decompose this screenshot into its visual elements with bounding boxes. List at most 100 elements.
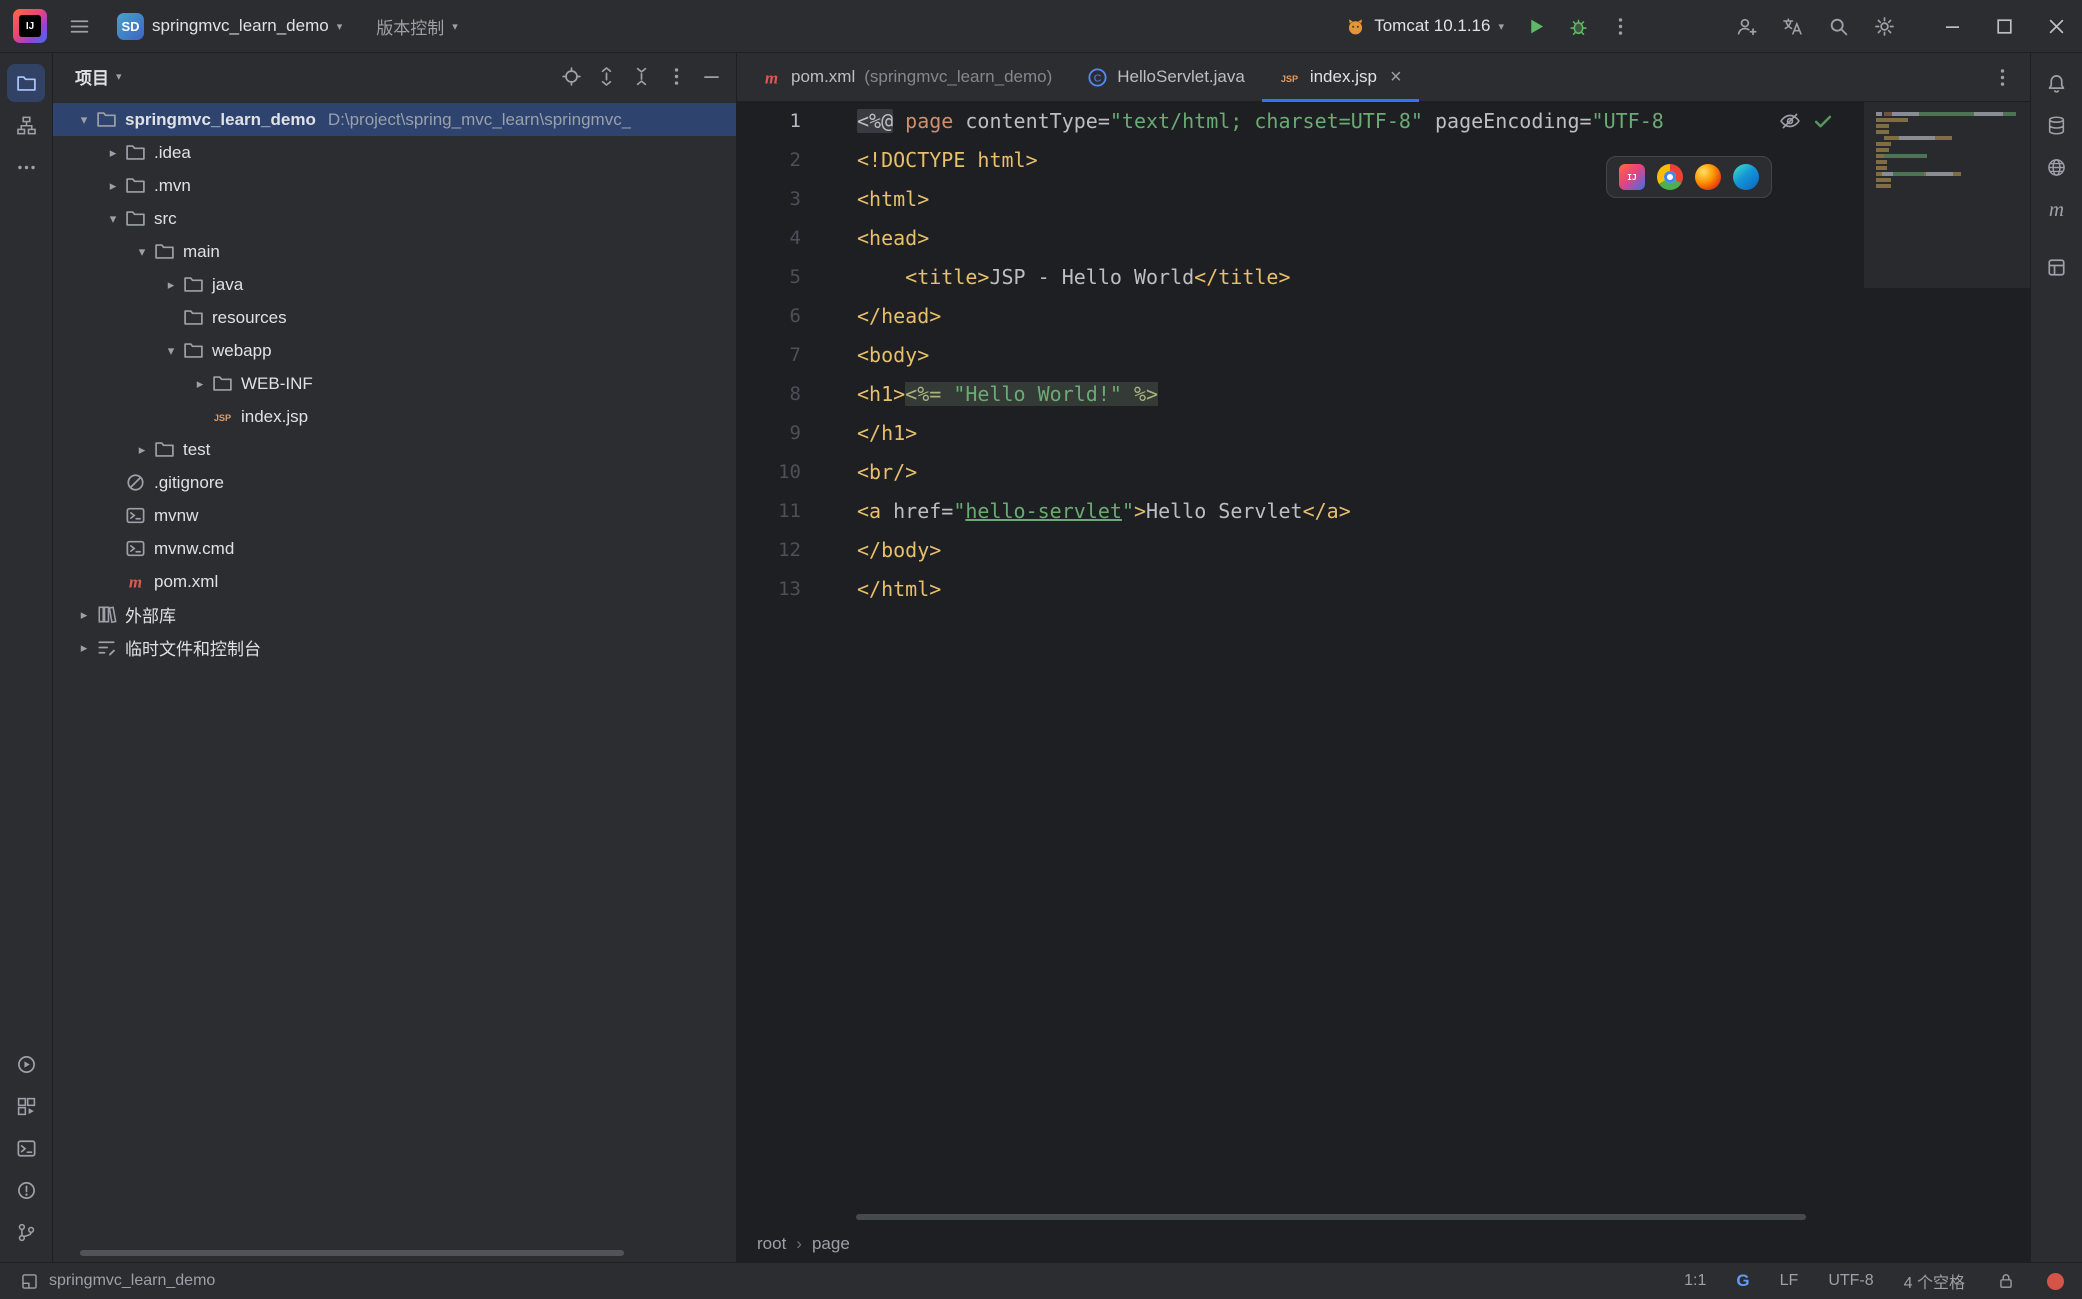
code-line-11[interactable]: 11<a href="hello-servlet">Hello Servlet<… xyxy=(737,492,2030,531)
chevron-right-icon[interactable]: ▸ xyxy=(73,640,95,656)
close-button[interactable] xyxy=(2030,0,2082,52)
chevron-right-icon[interactable]: ▸ xyxy=(160,277,182,293)
problems-tool-button[interactable] xyxy=(7,1171,45,1209)
line-separator[interactable]: LF xyxy=(1780,1272,1799,1290)
tree-item-src[interactable]: ▾src xyxy=(53,202,736,235)
code-line-9[interactable]: 9</h1> xyxy=(737,414,2030,453)
indent-setting[interactable]: 4 个空格 xyxy=(1904,1269,1965,1293)
code-line-3[interactable]: 3<html> xyxy=(737,180,2030,219)
main-menu-button[interactable] xyxy=(59,6,99,46)
chevron-down-icon[interactable]: ▾ xyxy=(73,112,95,128)
maven-tool-button[interactable]: m xyxy=(2038,190,2076,228)
project-panel-title[interactable]: 项目 ▾ xyxy=(75,64,122,89)
chrome-browser-icon[interactable] xyxy=(1657,164,1683,190)
code-line-6[interactable]: 6</head> xyxy=(737,297,2030,336)
expand-all-button[interactable] xyxy=(591,61,621,91)
notifications-button[interactable] xyxy=(2038,64,2076,102)
breadcrumb-root[interactable]: root xyxy=(757,1234,786,1254)
tab-close-icon[interactable]: × xyxy=(1390,67,1402,87)
more-run-actions-button[interactable] xyxy=(1600,6,1640,46)
tree-item-.idea[interactable]: ▸.idea xyxy=(53,136,736,169)
file-encoding[interactable]: UTF-8 xyxy=(1828,1272,1873,1290)
tree-item-main[interactable]: ▾main xyxy=(53,235,736,268)
database-tool-button[interactable] xyxy=(2038,106,2076,144)
tree-item-pom.xml[interactable]: mpom.xml xyxy=(53,565,736,598)
inspection-widget[interactable] xyxy=(1779,110,1834,132)
tree-item-.gitignore[interactable]: .gitignore xyxy=(53,466,736,499)
select-opened-file-button[interactable] xyxy=(556,61,586,91)
git-tool-button[interactable] xyxy=(7,1213,45,1251)
code-with-me-button[interactable] xyxy=(1726,6,1766,46)
code-line-4[interactable]: 4<head> xyxy=(737,219,2030,258)
translate-button[interactable] xyxy=(1772,6,1812,46)
code-line-1[interactable]: 1<%@ page contentType="text/html; charse… xyxy=(737,102,2030,141)
structure-tool-button[interactable] xyxy=(7,106,45,144)
maximize-button[interactable] xyxy=(1978,0,2030,52)
highlighting-eye-icon[interactable] xyxy=(1779,110,1801,132)
code-line-5[interactable]: 5 <title>JSP - Hello World</title> xyxy=(737,258,2030,297)
tab-pom.xml[interactable]: mpom.xml(springmvc_learn_demo) xyxy=(743,53,1069,101)
tree-item-.mvn[interactable]: ▸.mvn xyxy=(53,169,736,202)
code-line-8[interactable]: 8<h1><%= "Hello World!" %> xyxy=(737,375,2030,414)
tab-helloservlet.java[interactable]: CHelloServlet.java xyxy=(1069,53,1262,101)
panel-options-button[interactable] xyxy=(661,61,691,91)
more-tool-windows-button[interactable] xyxy=(7,148,45,186)
code-text: <br/> xyxy=(857,453,2030,492)
tree-item-webapp[interactable]: ▾webapp xyxy=(53,334,736,367)
chevron-right-icon[interactable]: ▸ xyxy=(189,376,211,392)
services-tool-button[interactable] xyxy=(7,1087,45,1125)
endpoints-tool-button[interactable] xyxy=(2038,148,2076,186)
caret-position[interactable]: 1:1 xyxy=(1684,1272,1706,1290)
editor-hscrollbar[interactable] xyxy=(856,1214,1806,1220)
dependencies-tool-button[interactable] xyxy=(2038,248,2076,286)
project-panel-hscrollbar[interactable] xyxy=(80,1250,624,1256)
project-tool-button[interactable] xyxy=(7,64,45,102)
code-line-10[interactable]: 10<br/> xyxy=(737,453,2030,492)
code-line-7[interactable]: 7<body> xyxy=(737,336,2030,375)
run-tool-button[interactable] xyxy=(7,1045,45,1083)
tree-item-test[interactable]: ▸ test xyxy=(53,433,736,466)
code-line-13[interactable]: 13</html> xyxy=(737,570,2030,609)
hide-panel-button[interactable] xyxy=(696,61,726,91)
run-config-widget[interactable]: Tomcat 10.1.16 ▾ xyxy=(1334,8,1514,44)
code-line-2[interactable]: 2<!DOCTYPE html> xyxy=(737,141,2030,180)
chevron-right-icon[interactable]: ▸ xyxy=(131,442,153,458)
debug-button[interactable] xyxy=(1558,6,1598,46)
tree-item-java[interactable]: ▸java xyxy=(53,268,736,301)
chevron-right-icon[interactable]: ▸ xyxy=(102,145,124,161)
tree-item-web-inf[interactable]: ▸WEB-INF xyxy=(53,367,736,400)
tree-item-index.jsp[interactable]: JSPindex.jsp xyxy=(53,400,736,433)
tree-item-mvnw[interactable]: mvnw xyxy=(53,499,736,532)
firefox-browser-icon[interactable] xyxy=(1695,164,1721,190)
error-indicator-icon[interactable] xyxy=(2047,1273,2064,1290)
chevron-down-icon[interactable]: ▾ xyxy=(131,244,153,260)
minimize-button[interactable] xyxy=(1926,0,1978,52)
window-layout-icon[interactable] xyxy=(18,1270,40,1292)
chevron-right-icon[interactable]: ▸ xyxy=(102,178,124,194)
code-line-12[interactable]: 12</body> xyxy=(737,531,2030,570)
run-button[interactable] xyxy=(1516,6,1556,46)
minimap[interactable] xyxy=(1864,102,2030,288)
translate-status-icon[interactable]: G xyxy=(1736,1271,1749,1291)
tab-index.jsp[interactable]: JSPindex.jsp× xyxy=(1262,53,1419,101)
edge-browser-icon[interactable] xyxy=(1733,164,1759,190)
chevron-down-icon[interactable]: ▾ xyxy=(102,211,124,227)
project-widget[interactable]: SD springmvc_learn_demo ▾ xyxy=(107,6,352,47)
tree-item-external-libraries[interactable]: ▸外部库 xyxy=(53,598,736,631)
chevron-right-icon[interactable]: ▸ xyxy=(73,607,95,623)
settings-button[interactable] xyxy=(1864,6,1904,46)
lock-icon[interactable] xyxy=(1995,1270,2017,1292)
vcs-widget[interactable]: 版本控制 ▾ xyxy=(366,7,468,46)
collapse-all-button[interactable] xyxy=(626,61,656,91)
tree-item-resources[interactable]: resources xyxy=(53,301,736,334)
editor-tabs-more-button[interactable] xyxy=(1982,57,2022,97)
breadcrumb-page[interactable]: page xyxy=(812,1234,850,1254)
idea-browser-icon[interactable]: IJ xyxy=(1619,164,1645,190)
tree-item-project-root[interactable]: ▾springmvc_learn_demoD:\project\spring_m… xyxy=(53,103,736,136)
chevron-down-icon[interactable]: ▾ xyxy=(160,343,182,359)
tree-item-mvnw.cmd[interactable]: mvnw.cmd xyxy=(53,532,736,565)
tree-item-label: test xyxy=(183,440,210,460)
tree-item-scratches-and-consoles[interactable]: ▸临时文件和控制台 xyxy=(53,631,736,664)
terminal-tool-button[interactable] xyxy=(7,1129,45,1167)
search-everywhere-button[interactable] xyxy=(1818,6,1858,46)
